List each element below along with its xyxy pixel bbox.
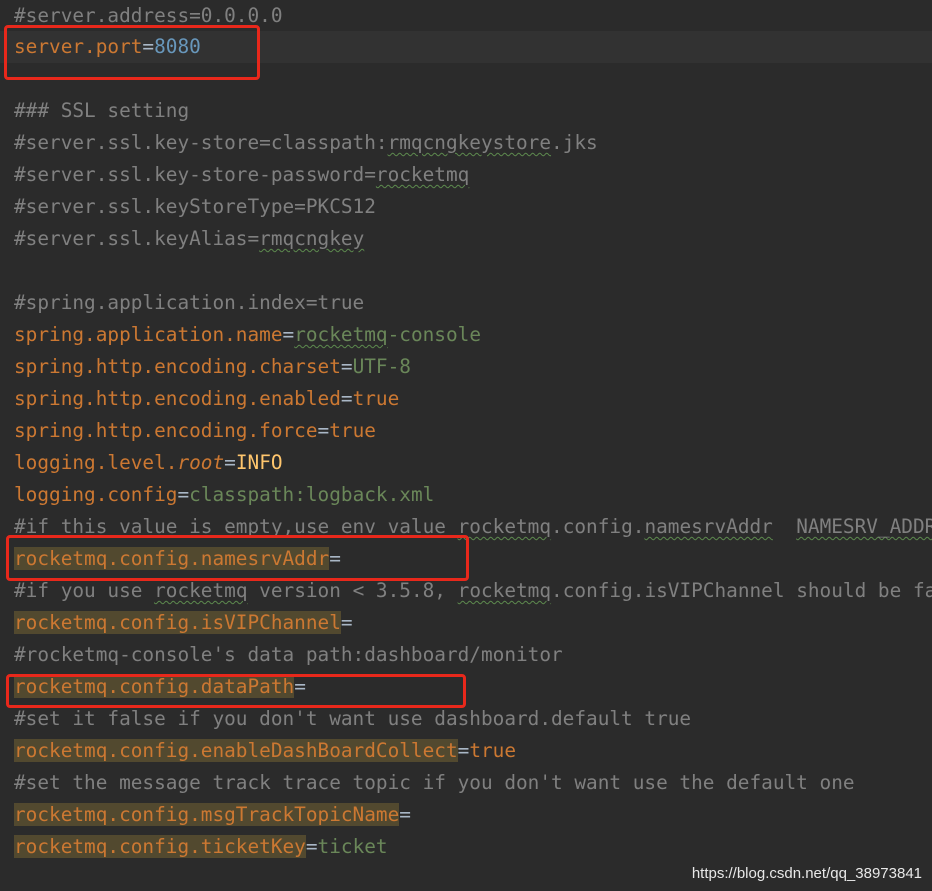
code-line-ssl-key-alias[interactable]: #server.ssl.keyAlias=rmqcngkey: [0, 223, 932, 255]
comment-text: #server.ssl.keyStoreType=PKCS12: [14, 195, 376, 218]
code-line-server-port[interactable]: server.port=8080: [0, 31, 932, 63]
property-key-italic: root: [177, 451, 225, 474]
code-line-encoding-charset[interactable]: spring.http.encoding.charset=UTF-8: [0, 351, 932, 383]
misspelled-word: rocketmq: [457, 579, 552, 602]
misspelled-word: namesrvAddr: [644, 515, 773, 538]
property-value: true: [469, 739, 517, 762]
equals-sign: =: [340, 387, 353, 410]
code-line-logging-level[interactable]: logging.level.root=INFO: [0, 447, 932, 479]
misspelled-word: rocketmq: [375, 163, 470, 186]
property-key: server.port: [14, 35, 143, 58]
property-key: spring.http.encoding.enabled: [14, 387, 341, 410]
code-line-data-path-comment[interactable]: #rocketmq-console's data path:dashboard/…: [0, 639, 932, 671]
property-value: rocketmq: [294, 323, 388, 346]
equals-sign: =: [317, 419, 330, 442]
property-key: spring.http.encoding.force: [14, 419, 318, 442]
misspelled-word: rocketmq: [154, 579, 248, 602]
comment-text: .jks: [551, 131, 598, 154]
equals-sign: =: [224, 451, 236, 474]
equals-sign: =: [340, 611, 353, 634]
comment-text: #set the message track trace topic if yo…: [14, 771, 855, 794]
property-key: logging.config: [14, 483, 178, 506]
misspelled-word: rmqcngkey: [259, 227, 365, 250]
property-key: rocketmq.config.enableDashBoardCollect: [14, 739, 458, 762]
misspelled-word: rocketmq: [457, 515, 552, 538]
comment-text: ### SSL setting: [14, 99, 190, 122]
comment-text: #server.ssl.keyAlias=: [14, 227, 260, 250]
code-line-ssl-key-store-type[interactable]: #server.ssl.keyStoreType=PKCS12: [0, 191, 932, 223]
comment-text: #if you use: [14, 579, 155, 602]
code-line-trace-comment[interactable]: #set the message track trace topic if yo…: [0, 767, 932, 799]
code-line-encoding-force[interactable]: spring.http.encoding.force=true: [0, 415, 932, 447]
code-line-application-name[interactable]: spring.application.name=rocketmq-console: [0, 319, 932, 351]
property-key: rocketmq.config.ticketKey: [14, 835, 306, 858]
comment-text: .config.: [551, 515, 645, 538]
code-line-msg-track-topic[interactable]: rocketmq.config.msgTrackTopicName=: [0, 799, 932, 831]
code-line-ssl-key-store[interactable]: #server.ssl.key-store=classpath:rmqcngke…: [0, 127, 932, 159]
code-line-logging-config[interactable]: logging.config=classpath:logback.xml: [0, 479, 932, 511]
comment-text: #server.ssl.key-store=classpath:: [14, 131, 388, 154]
equals-sign: =: [340, 355, 353, 378]
property-value: ticket: [317, 835, 388, 858]
property-key: rocketmq.config.dataPath: [14, 675, 295, 698]
property-value: UTF-8: [352, 355, 411, 378]
property-value: true: [329, 419, 376, 442]
equals-sign: =: [399, 803, 411, 826]
property-value-suffix: -console: [387, 323, 482, 346]
code-line-vip-comment[interactable]: #if you use rocketmq version < 3.5.8, ro…: [0, 575, 932, 607]
code-line-namesrv-comment[interactable]: #if this value is empty,use env value ro…: [0, 511, 932, 543]
comment-text: #server.address=0.0.0.0: [14, 4, 283, 27]
equals-sign: =: [177, 483, 190, 506]
comment-text: #server.ssl.key-store-password=: [14, 163, 376, 186]
comment-text: version < 3.5.8,: [247, 579, 458, 602]
property-value: true: [352, 387, 400, 410]
property-key: rocketmq.config.namesrvAddr: [14, 547, 330, 570]
property-key: rocketmq.config.msgTrackTopicName: [14, 803, 400, 826]
code-line-vip-channel[interactable]: rocketmq.config.isVIPChannel=: [0, 607, 932, 639]
code-line-application-index[interactable]: #spring.application.index=true: [0, 287, 932, 319]
comment-text: #if this value is empty,use env value: [14, 515, 458, 538]
equals-sign: =: [305, 835, 318, 858]
equals-sign: =: [294, 675, 306, 698]
property-key: spring.http.encoding.charset: [14, 355, 341, 378]
comment-text: #spring.application.index=true: [14, 291, 365, 314]
property-key: rocketmq.config.isVIPChannel: [14, 611, 341, 634]
property-key: spring.application.name: [14, 323, 283, 346]
code-editor[interactable]: #server.address=0.0.0.0 server.port=8080…: [0, 0, 932, 891]
comment-text: .config.isVIPChannel should be false.: [551, 579, 932, 602]
comment-text: #rocketmq-console's data path:dashboard/…: [14, 643, 563, 666]
code-line-server-address[interactable]: #server.address=0.0.0.0: [0, 0, 932, 32]
comment-text: #set it false if you don't want use dash…: [14, 707, 692, 730]
property-value: 8080: [154, 35, 201, 58]
code-line-data-path[interactable]: rocketmq.config.dataPath=: [0, 671, 932, 703]
code-line-dashboard-comment[interactable]: #set it false if you don't want use dash…: [0, 703, 932, 735]
equals-sign: =: [329, 547, 341, 570]
code-line-ssl-key-store-password[interactable]: #server.ssl.key-store-password=rocketmq: [0, 159, 932, 191]
equals-sign: =: [282, 323, 295, 346]
code-line-dashboard-collect[interactable]: rocketmq.config.enableDashBoardCollect=t…: [0, 735, 932, 767]
comment-text: [773, 515, 796, 538]
equals-sign: =: [457, 739, 470, 762]
code-line-namesrv-addr[interactable]: rocketmq.config.namesrvAddr=: [0, 543, 932, 575]
property-value: INFO: [235, 451, 283, 474]
property-key: logging.level.: [14, 451, 178, 474]
code-line-ssl-setting[interactable]: ### SSL setting: [0, 95, 932, 127]
code-line-ticket-key[interactable]: rocketmq.config.ticketKey=ticket: [0, 831, 932, 863]
misspelled-word: NAMESRV_ADDR: [796, 515, 932, 538]
code-line-encoding-enabled[interactable]: spring.http.encoding.enabled=true: [0, 383, 932, 415]
equals-sign: =: [142, 35, 155, 58]
misspelled-word: rmqcngkeystore: [387, 131, 552, 154]
property-value: classpath:logback.xml: [189, 483, 435, 506]
watermark: https://blog.csdn.net/qq_38973841: [689, 864, 924, 883]
